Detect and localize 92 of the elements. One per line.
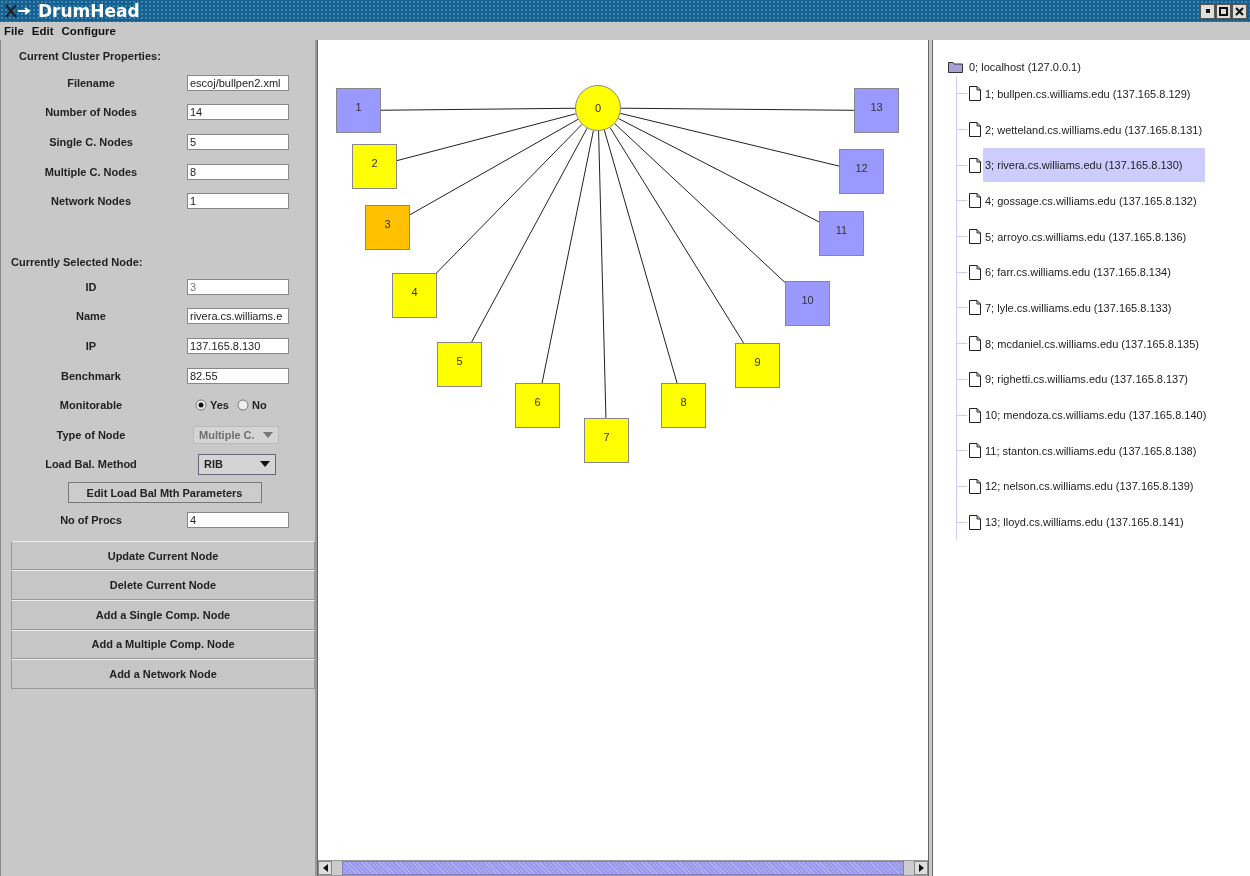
minimize-button[interactable] [1200, 3, 1215, 19]
section-heading: Current Cluster Properties: [18, 49, 162, 64]
file-icon [969, 407, 981, 423]
file-icon [969, 371, 981, 387]
text-field[interactable]: 137.165.8.130 [187, 337, 289, 354]
action-button[interactable]: Update Current Node [11, 540, 315, 571]
text-field[interactable]: 1 [187, 193, 289, 210]
tree-item[interactable]: 12; nelson.cs.williams.edu (137.165.8.139) [983, 469, 1196, 504]
field-label: Load Bal. Method [44, 458, 138, 471]
caret-icon [260, 461, 270, 468]
file-icon [969, 122, 981, 138]
tree-item[interactable]: 7; lyle.cs.williams.edu (137.165.8.133) [983, 290, 1174, 325]
scroll-left-button[interactable] [318, 861, 332, 875]
file-icon [969, 478, 981, 494]
field-label: Name [75, 310, 107, 323]
file-icon [969, 300, 981, 316]
field-label: Number of Nodes [44, 106, 138, 119]
scroll-thumb[interactable] [342, 861, 904, 875]
graph-node[interactable]: 4 [392, 273, 437, 318]
field-label: ID [84, 280, 98, 293]
field-label: Single C. Nodes [48, 136, 134, 148]
text-field[interactable]: rivera.cs.williams.e [187, 308, 289, 325]
close-button[interactable] [1232, 3, 1247, 19]
field-label: Network Nodes [49, 195, 133, 208]
file-icon [969, 193, 981, 209]
file-icon [969, 229, 981, 245]
graph-node[interactable]: 2 [352, 144, 397, 189]
tree-item[interactable]: 2; wetteland.cs.williams.edu (137.165.8.131) [983, 112, 1205, 147]
menu-item[interactable]: File [4, 25, 24, 37]
graph-node[interactable]: 13 [854, 88, 899, 133]
file-icon [969, 157, 981, 173]
field-label: IP [84, 339, 98, 352]
radio-button[interactable]: No [236, 399, 267, 412]
tree-item[interactable]: 3; rivera.cs.williams.edu (137.165.8.130) [983, 148, 1205, 183]
action-button[interactable]: Delete Current Node [11, 570, 315, 600]
tree-item[interactable]: 9; righetti.cs.williams.edu (137.165.8.137) [983, 362, 1190, 397]
graph-node[interactable]: 9 [735, 343, 780, 388]
action-button[interactable]: Add a Single Comp. Node [11, 599, 315, 630]
tree-item[interactable]: 8; mcdaniel.cs.williams.edu (137.165.8.135) [983, 326, 1201, 361]
graph-node[interactable]: 7 [584, 418, 629, 463]
tree-item[interactable]: 10; mendoza.cs.williams.edu (137.165.8.140) [983, 398, 1209, 433]
graph-node[interactable]: 3 [365, 205, 410, 250]
menu-item[interactable]: Edit [31, 25, 54, 37]
menu-item[interactable]: Configure [61, 25, 116, 37]
scroll-right-button[interactable] [914, 861, 928, 875]
graph-node[interactable]: 12 [839, 149, 884, 194]
text-field[interactable]: 4 [187, 511, 289, 528]
minimize-icon [1203, 7, 1212, 15]
maximize-button[interactable] [1216, 3, 1231, 19]
window-title: DrumHead [38, 1, 140, 21]
action-button[interactable]: Add a Network Node [11, 659, 315, 689]
field-label: Benchmark [60, 369, 122, 382]
field-label: Filename [66, 76, 116, 89]
graph-node[interactable]: 5 [437, 342, 482, 387]
caret-icon [263, 431, 273, 438]
tree-item[interactable]: 5; arroyo.cs.williams.edu (137.165.8.136) [983, 219, 1189, 254]
file-icon [969, 264, 981, 280]
file-icon [969, 336, 981, 352]
section-heading: Currently Selected Node: [10, 254, 144, 270]
left-arrow-icon [322, 864, 328, 872]
action-button[interactable]: Add a Multiple Comp. Node [11, 629, 315, 660]
field-label: Monitorable [58, 399, 124, 412]
tree-item[interactable]: 13; lloyd.cs.williams.edu (137.165.8.141) [983, 505, 1186, 540]
graph-node[interactable]: 10 [785, 281, 830, 326]
graph-node[interactable]: 11 [819, 211, 864, 256]
file-icon [969, 514, 981, 530]
file-icon [969, 443, 981, 459]
graph-node[interactable]: 0 [575, 85, 621, 131]
field-label: No of Procs [59, 513, 123, 526]
right-arrow-icon [918, 864, 924, 872]
graph-node[interactable]: 6 [515, 383, 560, 428]
edit-parameters-button[interactable]: Edit Load Bal Mth Parameters [67, 482, 262, 504]
text-field[interactable]: 5 [187, 134, 289, 150]
text-field[interactable]: 8 [187, 163, 289, 180]
radio-button[interactable]: Yes [195, 399, 229, 412]
graph-node[interactable]: 1 [336, 88, 381, 133]
radio-icon [195, 399, 207, 412]
maximize-icon [1219, 6, 1228, 16]
file-icon [969, 86, 981, 102]
folder-icon [948, 61, 963, 73]
radio-icon [236, 399, 249, 412]
close-icon [1235, 6, 1244, 16]
tree-item[interactable]: 6; farr.cs.williams.edu (137.165.8.134) [983, 255, 1173, 290]
text-field[interactable]: escoj/bullpen2.xml [187, 74, 289, 91]
field-label: Multiple C. Nodes [43, 165, 139, 178]
dropdown[interactable]: RIB [198, 453, 276, 475]
field-label: Type of Node [55, 428, 127, 441]
tree-item[interactable]: 11; stanton.cs.williams.edu (137.165.8.138) [983, 433, 1199, 468]
graph-node[interactable]: 8 [661, 383, 706, 428]
tree-item[interactable]: 4; gossage.cs.williams.edu (137.165.8.132) [983, 183, 1199, 218]
text-field[interactable]: 82.55 [187, 367, 289, 384]
text-field[interactable]: 14 [187, 104, 289, 121]
